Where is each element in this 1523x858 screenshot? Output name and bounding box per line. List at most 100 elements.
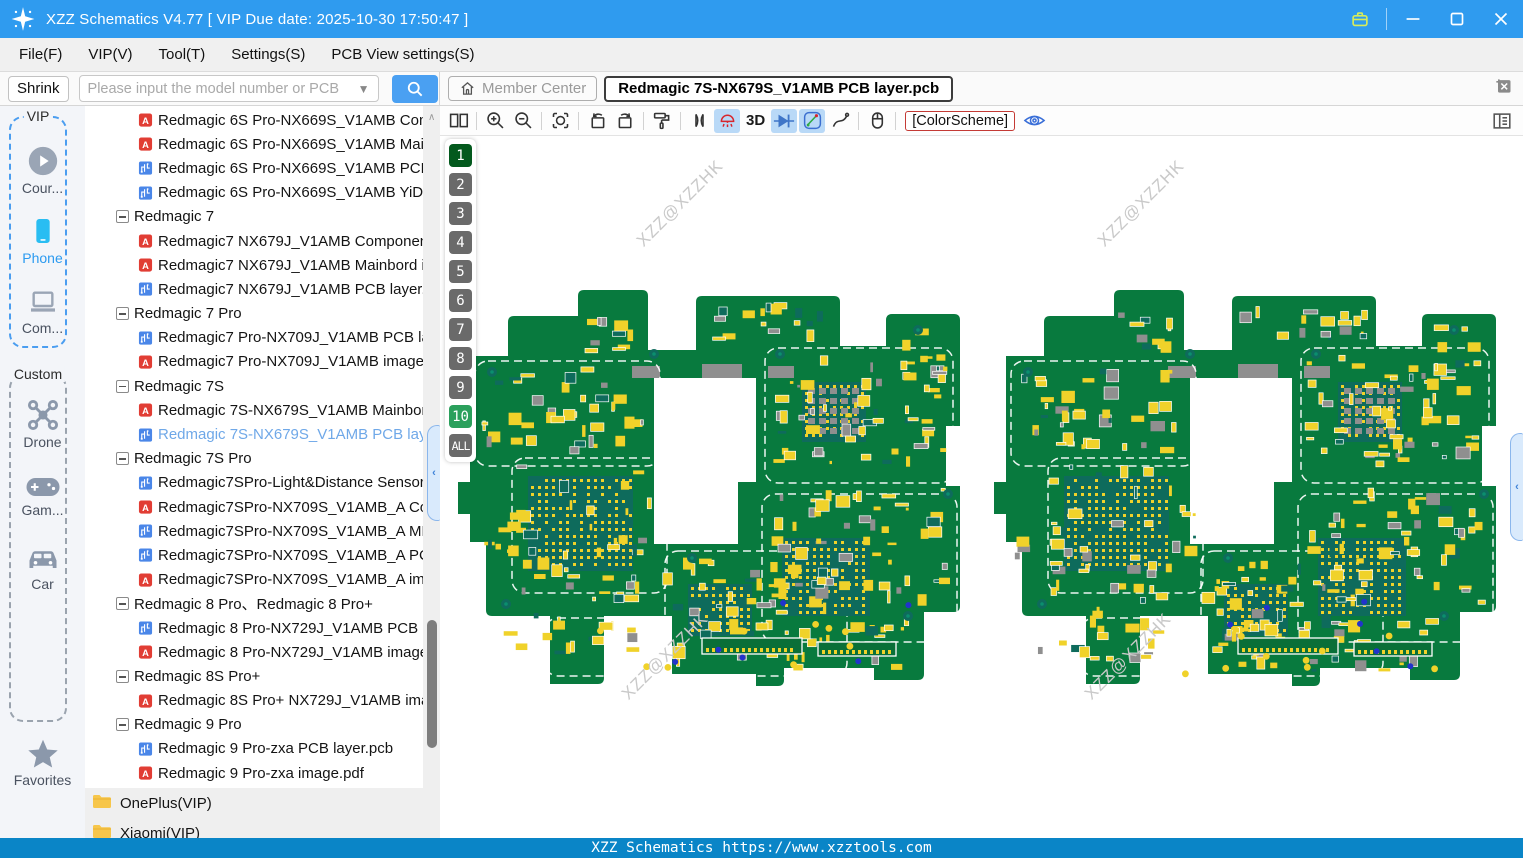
scroll-up-icon[interactable]: ∧ bbox=[428, 112, 435, 123]
collapse-minus-icon[interactable] bbox=[116, 307, 129, 321]
measure-tool-icon[interactable] bbox=[799, 108, 826, 133]
license-briefcase-icon[interactable] bbox=[1338, 0, 1382, 38]
sidebar-item-course[interactable]: Cour... bbox=[0, 144, 85, 196]
layer-button-10[interactable]: 10 bbox=[449, 405, 472, 428]
chevron-down-icon[interactable]: ▼ bbox=[358, 82, 370, 96]
sidebar-item-drone[interactable]: Drone bbox=[0, 398, 85, 450]
collapse-right-panel-handle[interactable]: ‹ bbox=[1510, 433, 1523, 541]
paint-roller-icon[interactable] bbox=[649, 109, 675, 133]
minimize-button[interactable] bbox=[1391, 0, 1435, 38]
collapse-minus-icon[interactable] bbox=[116, 669, 129, 683]
tree-node-row[interactable]: Redmagic 9 Pro bbox=[85, 713, 423, 737]
zoom-out-icon[interactable] bbox=[510, 109, 536, 133]
active-document-tab[interactable]: Redmagic 7S-NX679S_V1AMB PCB layer.pcb bbox=[604, 75, 954, 102]
model-search-box[interactable]: ▼ bbox=[78, 75, 379, 102]
search-input[interactable] bbox=[87, 80, 354, 97]
tree-node-row[interactable]: Redmagic 7S Pro bbox=[85, 447, 423, 471]
tree-file-row[interactable]: Redmagic 9 Pro-zxa PCB layer.pcb bbox=[85, 737, 423, 761]
tree-item-label: Redmagic 9 Pro-zxa PCB layer.pcb bbox=[158, 740, 394, 758]
sidebar-item-car[interactable]: Car bbox=[0, 544, 85, 592]
tree-file-row[interactable]: A Redmagic 8 Pro-NX729J_V1AMB image bbox=[85, 640, 423, 664]
close-button[interactable] bbox=[1479, 0, 1523, 38]
tree-file-row[interactable]: Redmagic 6S Pro-NX669S_V1AMB PCB bbox=[85, 156, 423, 180]
tree-file-row[interactable]: Redmagic7SPro-NX709S_V1AMB_A MB bbox=[85, 519, 423, 543]
lamp-light-icon[interactable] bbox=[714, 108, 740, 133]
menu-item-4[interactable]: PCB View settings(S) bbox=[318, 38, 487, 71]
view-eye-icon[interactable] bbox=[1021, 109, 1047, 133]
close-document-icon[interactable] bbox=[1493, 76, 1513, 101]
tree-node-row[interactable]: Redmagic 8S Pro+ bbox=[85, 664, 423, 688]
tree-node-row[interactable]: Redmagic 7 Pro bbox=[85, 302, 423, 326]
menu-item-0[interactable]: File(F) bbox=[6, 38, 75, 71]
tree-folder-row[interactable]: OnePlus(VIP) bbox=[85, 788, 440, 818]
tree-file-row[interactable]: A Redmagic7SPro-NX709S_V1AMB_A Cor bbox=[85, 495, 423, 519]
rotate-left-icon[interactable] bbox=[584, 109, 610, 133]
pdf-file-icon: A bbox=[138, 499, 153, 515]
right-panel-toggle-icon[interactable] bbox=[1489, 109, 1515, 133]
diode-tool-icon[interactable] bbox=[771, 108, 798, 133]
color-scheme-button[interactable]: [ColorScheme] bbox=[905, 110, 1016, 131]
collapse-minus-icon[interactable] bbox=[116, 452, 129, 466]
tree-item-label: Redmagic 8 Pro、Redmagic 8 Pro+ bbox=[134, 596, 373, 614]
zoom-in-icon[interactable] bbox=[482, 109, 508, 133]
tree-file-row[interactable]: A Redmagic 9 Pro-zxa image.pdf bbox=[85, 761, 423, 785]
layer-button-all[interactable]: ALL bbox=[449, 434, 472, 457]
tree-file-row[interactable]: Redmagic 7S-NX679S_V1AMB PCB laye bbox=[85, 422, 423, 446]
tree-node-row[interactable]: Redmagic 8 Pro、Redmagic 8 Pro+ bbox=[85, 592, 423, 616]
curve-tool-icon[interactable] bbox=[827, 109, 853, 133]
layer-button-2[interactable]: 2 bbox=[449, 173, 472, 196]
tree-file-row[interactable]: Redmagic7SPro-NX709S_V1AMB_A PCB bbox=[85, 543, 423, 567]
layer-button-7[interactable]: 7 bbox=[449, 318, 472, 341]
tree-file-row[interactable]: A Redmagic7 NX679J_V1AMB Mainbord i bbox=[85, 253, 423, 277]
tree-file-row[interactable]: Redmagic7 Pro-NX709J_V1AMB PCB lay bbox=[85, 326, 423, 350]
layer-button-4[interactable]: 4 bbox=[449, 231, 472, 254]
tree-scrollbar-thumb[interactable] bbox=[427, 620, 437, 748]
pcb-board-view[interactable] bbox=[440, 136, 1523, 838]
tree-file-row[interactable]: Redmagic7SPro-Light&Distance Sensor bbox=[85, 471, 423, 495]
layer-button-9[interactable]: 9 bbox=[449, 376, 472, 399]
pcb-file-icon bbox=[138, 475, 153, 491]
layer-button-6[interactable]: 6 bbox=[449, 289, 472, 312]
menu-item-2[interactable]: Tool(T) bbox=[146, 38, 219, 71]
layer-button-8[interactable]: 8 bbox=[449, 347, 472, 370]
tree-file-row[interactable]: A Redmagic7 NX679J_V1AMB Componen bbox=[85, 229, 423, 253]
layer-button-1[interactable]: 1 bbox=[449, 144, 472, 167]
mirror-flip-icon[interactable] bbox=[686, 109, 712, 133]
tree-folder-row[interactable]: Xiaomi(VIP) bbox=[85, 818, 440, 838]
tree-node-row[interactable]: Redmagic 7S bbox=[85, 374, 423, 398]
tree-file-row[interactable]: A Redmagic 6S Pro-NX669S_V1AMB Mair bbox=[85, 132, 423, 156]
view-3d-button[interactable]: 3D bbox=[742, 112, 769, 129]
rotate-right-icon[interactable] bbox=[612, 109, 638, 133]
pcb-canvas[interactable]: 1 2 3 4 5 6 7 8 9 10 ALL XZZ@XZZHK XZZ@XZZHK XZZ@X… bbox=[440, 136, 1523, 838]
tree-file-row[interactable]: Redmagic 6S Pro-NX669S_V1AMB YiDia bbox=[85, 181, 423, 205]
app-logo-icon bbox=[11, 7, 35, 31]
sidebar-item-phone[interactable]: Phone bbox=[0, 214, 85, 266]
member-center-button[interactable]: Member Center bbox=[448, 76, 598, 101]
menu-item-3[interactable]: Settings(S) bbox=[218, 38, 318, 71]
sidebar-item-favorites[interactable]: Favorites bbox=[0, 736, 85, 788]
collapse-minus-icon[interactable] bbox=[116, 210, 129, 224]
tree-file-row[interactable]: A Redmagic 8S Pro+ NX729J_V1AMB ima bbox=[85, 689, 423, 713]
maximize-button[interactable] bbox=[1435, 0, 1479, 38]
tree-file-row[interactable]: A Redmagic 6S Pro-NX669S_V1AMB Com bbox=[85, 108, 423, 132]
split-view-icon[interactable] bbox=[445, 109, 471, 133]
sidebar-item-game[interactable]: Gam... bbox=[0, 474, 85, 518]
shrink-button[interactable]: Shrink bbox=[8, 75, 69, 102]
layer-button-5[interactable]: 5 bbox=[449, 260, 472, 283]
tree-file-row[interactable]: A Redmagic7 Pro-NX709J_V1AMB image. bbox=[85, 350, 423, 374]
tree-node-row[interactable]: Redmagic 7 bbox=[85, 205, 423, 229]
tree-file-row[interactable]: Redmagic7 NX679J_V1AMB PCB layer.p bbox=[85, 277, 423, 301]
collapse-minus-icon[interactable] bbox=[116, 718, 129, 732]
tree-file-row[interactable]: A Redmagic7SPro-NX709S_V1AMB_A ima bbox=[85, 568, 423, 592]
collapse-tree-handle[interactable]: ‹ bbox=[427, 425, 440, 521]
menu-item-1[interactable]: VIP(V) bbox=[75, 38, 145, 71]
tree-file-row[interactable]: A Redmagic 7S-NX679S_V1AMB Mainbor bbox=[85, 398, 423, 422]
layer-button-3[interactable]: 3 bbox=[449, 202, 472, 225]
mouse-settings-icon[interactable] bbox=[864, 109, 890, 133]
search-button[interactable] bbox=[391, 74, 438, 103]
sidebar-item-computer[interactable]: Com... bbox=[0, 286, 85, 336]
collapse-minus-icon[interactable] bbox=[116, 597, 129, 611]
tree-file-row[interactable]: Redmagic 8 Pro-NX729J_V1AMB PCB la bbox=[85, 616, 423, 640]
fit-view-icon[interactable] bbox=[547, 109, 573, 133]
collapse-minus-icon[interactable] bbox=[116, 379, 129, 393]
